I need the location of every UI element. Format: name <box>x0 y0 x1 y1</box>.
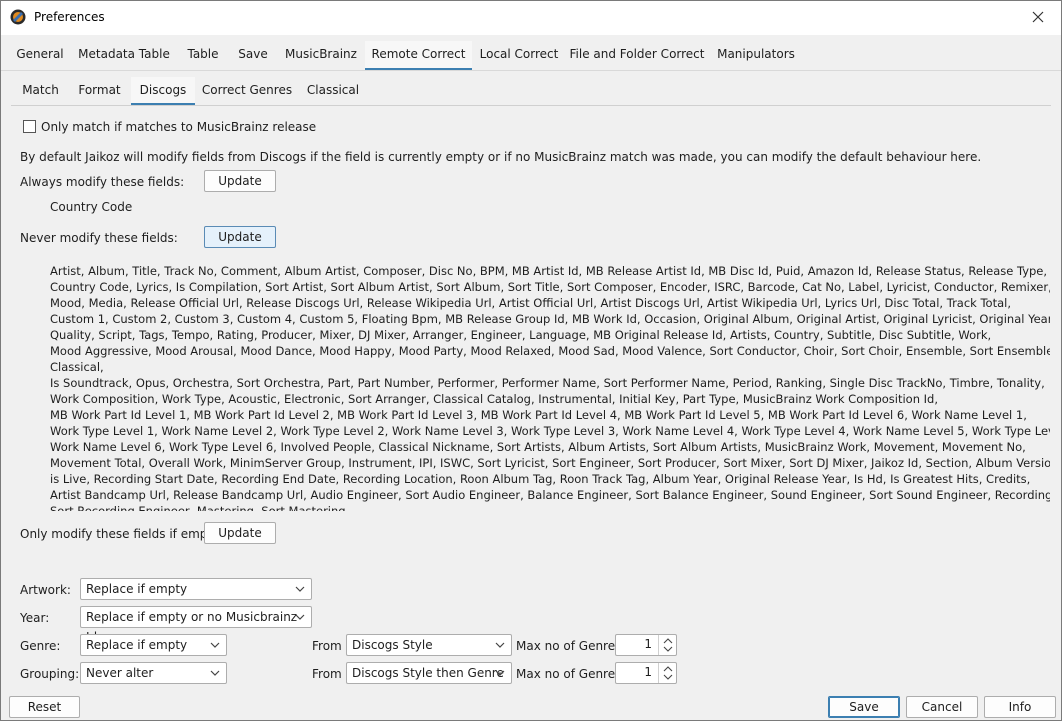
genre-from-value: Discogs Style <box>352 638 433 652</box>
list-item: Movement Total, Overall Work, MinimServe… <box>50 456 1050 470</box>
list-item: Artist, Album, Title, Track No, Comment,… <box>50 264 1048 278</box>
chevron-down-icon <box>295 614 305 620</box>
tab-musicbrainz[interactable]: MusicBrainz <box>279 41 363 70</box>
chevron-down-icon <box>210 642 220 648</box>
app-logo-icon <box>10 9 26 25</box>
main-tab-bar: General Metadata Table Table Save MusicB… <box>1 41 1061 71</box>
always-fields-text: Country Code <box>50 200 133 214</box>
artwork-select-value: Replace if empty <box>86 582 188 596</box>
list-item: Mood Aggressive, Mood Arousal, Mood Danc… <box>50 344 1050 358</box>
title-bar: Preferences <box>1 1 1061 35</box>
genre-max-stepper[interactable]: 1 <box>615 634 677 656</box>
list-item: Country Code, Lyrics, Is Compilation, So… <box>50 280 1050 294</box>
tab-manipulators[interactable]: Manipulators <box>712 41 800 70</box>
always-update-button[interactable]: Update <box>204 170 276 192</box>
grouping-select-value: Never alter <box>86 666 154 680</box>
grouping-label: Grouping: <box>20 667 80 681</box>
tab-local-correct[interactable]: Local Correct <box>476 41 562 70</box>
tab-match[interactable]: Match <box>13 77 68 105</box>
always-modify-label: Always modify these fields: <box>20 175 185 189</box>
list-item: Sort Recording Engineer, Mastering, Sort… <box>50 504 346 511</box>
tab-save[interactable]: Save <box>233 41 273 70</box>
genre-from-label: From <box>312 639 342 653</box>
artwork-select[interactable]: Replace if empty <box>80 578 312 600</box>
stepper-arrows-icon[interactable] <box>658 635 676 655</box>
sub-tab-bar: Match Format Discogs Correct Genres Clas… <box>11 77 1051 106</box>
genre-from-select[interactable]: Discogs Style <box>346 634 512 656</box>
empty-update-button[interactable]: Update <box>204 522 276 544</box>
genre-select-value: Replace if empty <box>86 638 188 652</box>
year-label: Year: <box>20 611 50 625</box>
list-item: Custom 1, Custom 2, Custom 3, Custom 4, … <box>50 312 1050 326</box>
list-item: Mood, Media, Release Official Url, Relea… <box>50 296 1011 310</box>
never-modify-label: Never modify these fields: <box>20 231 178 245</box>
list-item: Work Type Level 1, Work Name Level 2, Wo… <box>50 424 1050 438</box>
tab-file-and-folder-correct[interactable]: File and Folder Correct <box>568 41 706 70</box>
preferences-window: Preferences General Metadata Table Table… <box>0 0 1062 721</box>
grouping-max-label: Max no of Genres <box>516 667 622 681</box>
chevron-down-icon <box>495 642 505 648</box>
info-button[interactable]: Info <box>984 696 1056 718</box>
tab-discogs[interactable]: Discogs <box>131 77 195 105</box>
genre-label: Genre: <box>20 639 61 653</box>
grouping-from-select[interactable]: Discogs Style then Genre <box>346 662 512 684</box>
grouping-max-stepper[interactable]: 1 <box>615 662 677 684</box>
tab-classical[interactable]: Classical <box>301 77 365 105</box>
only-match-label: Only match if matches to MusicBrainz rel… <box>41 120 317 134</box>
list-item: Quality, Script, Tags, Tempo, Rating, Pr… <box>50 328 992 342</box>
chevron-down-icon <box>210 670 220 676</box>
reset-button[interactable]: Reset <box>9 696 80 718</box>
grouping-select[interactable]: Never alter <box>80 662 227 684</box>
tab-remote-correct[interactable]: Remote Correct <box>365 41 472 70</box>
tab-metadata-table[interactable]: Metadata Table <box>75 41 173 70</box>
never-fields-list: Artist, Album, Title, Track No, Comment,… <box>50 263 1050 511</box>
list-item: Artist Bandcamp Url, Release Bandcamp Ur… <box>50 488 1050 502</box>
grouping-from-label: From <box>312 667 342 681</box>
year-select[interactable]: Replace if empty or no Musicbrainz Id <box>80 606 312 644</box>
chevron-down-icon <box>495 670 505 676</box>
genre-select[interactable]: Replace if empty <box>80 634 227 656</box>
close-icon[interactable] <box>1015 1 1061 33</box>
chevron-down-icon <box>295 586 305 592</box>
list-item: Is Soundtrack, Opus, Orchestra, Sort Orc… <box>50 376 1045 390</box>
list-item: is Live, Recording Start Date, Recording… <box>50 472 1031 486</box>
grouping-from-value: Discogs Style then Genre <box>352 666 504 680</box>
tab-general[interactable]: General <box>11 41 69 70</box>
genre-max-label: Max no of Genres <box>516 639 622 653</box>
artwork-label: Artwork: <box>20 583 71 597</box>
list-item: MB Work Part Id Level 1, MB Work Part Id… <box>50 408 1027 422</box>
list-item: Work Composition, Work Type, Acoustic, E… <box>50 392 938 406</box>
never-update-button[interactable]: Update <box>204 226 276 248</box>
tab-table[interactable]: Table <box>179 41 227 70</box>
list-item: Classical, <box>50 360 104 374</box>
tab-correct-genres[interactable]: Correct Genres <box>199 77 295 105</box>
save-button[interactable]: Save <box>828 696 900 718</box>
window-title: Preferences <box>34 10 105 24</box>
empty-modify-label: Only modify these fields if empty: <box>20 527 223 541</box>
stepper-arrows-icon[interactable] <box>658 663 676 683</box>
genre-max-value: 1 <box>644 637 652 651</box>
only-match-checkbox[interactable] <box>23 120 36 133</box>
description-text: By default Jaikoz will modify fields fro… <box>20 150 982 164</box>
grouping-max-value: 1 <box>644 665 652 679</box>
tab-format[interactable]: Format <box>72 77 127 105</box>
list-item: Work Name Level 6, Work Type Level 6, In… <box>50 440 1026 454</box>
cancel-button[interactable]: Cancel <box>906 696 978 718</box>
